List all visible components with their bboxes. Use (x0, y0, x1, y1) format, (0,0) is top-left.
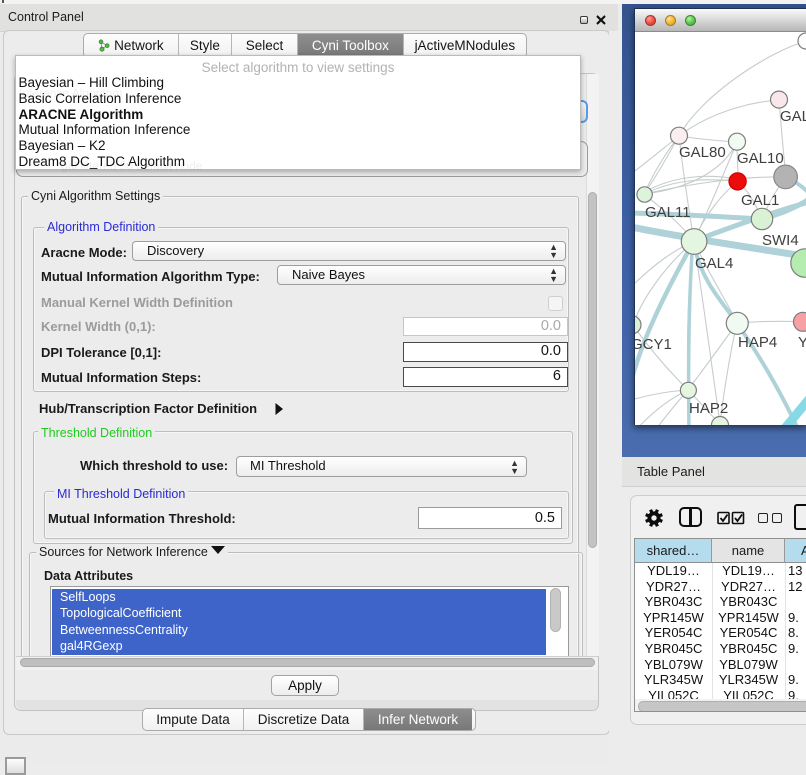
svg-text:HAP2: HAP2 (689, 400, 728, 417)
svg-text:SWI4: SWI4 (762, 232, 799, 249)
svg-text:GAL4: GAL4 (695, 255, 733, 272)
svg-text:GAL1: GAL1 (741, 192, 779, 209)
svg-text:GAL80: GAL80 (679, 144, 726, 161)
svg-text:YB: YB (798, 334, 806, 351)
svg-text:GAL11: GAL11 (645, 204, 691, 221)
svg-text:GAL7: GAL7 (780, 108, 806, 125)
svg-text:GCY1: GCY1 (635, 336, 672, 353)
svg-text:HAP4: HAP4 (738, 334, 777, 351)
svg-text:GAL10: GAL10 (737, 150, 784, 167)
